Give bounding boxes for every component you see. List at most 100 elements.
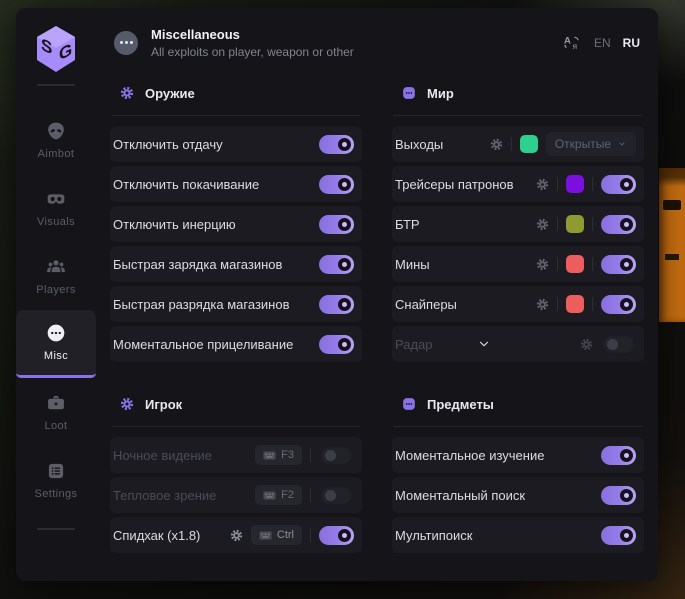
section-title: Игрок <box>145 397 182 412</box>
page-subtitle: All exploits on player, weapon or other <box>151 45 354 59</box>
keybind-label: Ctrl <box>277 529 294 541</box>
setting-row: БТР <box>392 206 644 242</box>
toggle-switch[interactable] <box>604 336 634 352</box>
toggle-switch[interactable] <box>601 255 636 274</box>
divider <box>310 448 311 462</box>
row-label: Быстрая зарядка магазинов <box>113 257 282 272</box>
toggle-switch[interactable] <box>319 255 354 274</box>
section-title: Оружие <box>145 86 195 101</box>
section-weapon: Оружие Отключить отдачу Отключить покачи… <box>110 79 362 366</box>
row-label: Снайперы <box>395 297 457 312</box>
keybind-badge[interactable]: Ctrl <box>251 525 302 545</box>
sidebar-item-visuals[interactable]: Visuals <box>16 174 96 242</box>
screen: S G Aimbot <box>0 0 685 599</box>
svg-text:я: я <box>572 41 577 51</box>
divider <box>557 257 558 271</box>
row-label: Моментальное изучение <box>395 448 544 463</box>
divider <box>557 177 558 191</box>
chevron-down-icon[interactable] <box>476 338 492 350</box>
color-swatch[interactable] <box>566 175 584 193</box>
setting-row: Мины <box>392 246 644 282</box>
svg-text:A: A <box>564 35 571 46</box>
keybind-row: Ночное видение F3 <box>110 437 362 473</box>
toggle-switch[interactable] <box>601 486 636 505</box>
row-label: Быстрая разрядка магазинов <box>113 297 289 312</box>
divider <box>112 115 360 116</box>
sidebar-item-label: Misc <box>44 350 68 362</box>
divider <box>37 528 75 530</box>
gear-icon[interactable] <box>536 258 549 271</box>
page-header: Miscellaneous All exploits on player, we… <box>110 8 644 77</box>
setting-row-radar: Радар <box>392 326 644 362</box>
lang-ru-button[interactable]: RU <box>623 36 640 50</box>
sections-grid: Оружие Отключить отдачу Отключить покачи… <box>110 77 644 581</box>
chevron-down-icon <box>617 140 627 148</box>
toggle-switch[interactable] <box>319 526 354 545</box>
keybind-row: Тепловое зрение F2 <box>110 477 362 513</box>
toggle-switch[interactable] <box>601 175 636 194</box>
row-label: Мультипоиск <box>395 528 472 543</box>
players-icon <box>46 257 66 277</box>
exits-dropdown[interactable]: Открытые <box>546 132 636 156</box>
divider <box>592 217 593 231</box>
section-header: Игрок <box>110 390 362 418</box>
divider <box>592 177 593 191</box>
toggle-switch[interactable] <box>601 295 636 314</box>
toggle-row: Быстрая разрядка магазинов <box>110 286 362 322</box>
sidebar-item-misc[interactable]: Misc <box>16 310 96 378</box>
toggle-switch[interactable] <box>322 487 352 503</box>
sidebar-item-settings[interactable]: Settings <box>16 446 96 514</box>
row-label: Ночное видение <box>113 448 212 463</box>
gear-icon[interactable] <box>536 298 549 311</box>
toggle-switch[interactable] <box>319 135 354 154</box>
translate-icon[interactable]: A я <box>563 34 582 51</box>
keybind-row: Спидхак (x1.8) Ctrl <box>110 517 362 553</box>
toggle-switch[interactable] <box>319 215 354 234</box>
toggle-switch[interactable] <box>322 447 352 463</box>
color-swatch[interactable] <box>566 255 584 273</box>
divider <box>37 84 75 86</box>
gear-icon <box>120 397 134 411</box>
sidebar: S G Aimbot <box>16 8 96 581</box>
row-label: БТР <box>395 217 420 232</box>
toggle-switch[interactable] <box>319 335 354 354</box>
divider <box>592 297 593 311</box>
gear-icon[interactable] <box>230 529 243 542</box>
lang-en-button[interactable]: EN <box>594 36 611 50</box>
setting-row: Выходы Открытые <box>392 126 644 162</box>
gear-icon[interactable] <box>536 218 549 231</box>
sidebar-item-aimbot[interactable]: Aimbot <box>16 106 96 174</box>
keybind-label: F3 <box>281 449 294 461</box>
toggle-switch[interactable] <box>319 295 354 314</box>
toggle-switch[interactable] <box>601 526 636 545</box>
toggle-row: Моментальный поиск <box>392 477 644 513</box>
color-swatch[interactable] <box>566 215 584 233</box>
alien-icon <box>46 121 66 141</box>
row-label: Выходы <box>395 137 443 152</box>
section-title: Мир <box>427 86 454 101</box>
color-swatch[interactable] <box>566 295 584 313</box>
section-world: Мир Выходы Открытые <box>392 79 644 366</box>
divider <box>310 528 311 542</box>
row-label: Отключить инерцию <box>113 217 236 232</box>
sg-cube-logo-icon: S G <box>33 24 79 74</box>
color-swatch[interactable] <box>520 135 538 153</box>
toggle-row: Мультипоиск <box>392 517 644 553</box>
gear-icon[interactable] <box>536 178 549 191</box>
sidebar-item-loot[interactable]: Loot <box>16 378 96 446</box>
row-label: Отключить покачивание <box>113 177 259 192</box>
sidebar-item-players[interactable]: Players <box>16 242 96 310</box>
vr-goggles-icon <box>46 189 66 209</box>
toggle-switch[interactable] <box>601 446 636 465</box>
toggle-row: Быстрая зарядка магазинов <box>110 246 362 282</box>
toggle-switch[interactable] <box>319 175 354 194</box>
page-title: Miscellaneous <box>151 27 354 42</box>
gear-icon[interactable] <box>490 138 503 151</box>
row-label: Мины <box>395 257 430 272</box>
keybind-badge[interactable]: F2 <box>255 485 302 505</box>
content: Miscellaneous All exploits on player, we… <box>96 8 658 581</box>
row-label: Моментальное прицеливание <box>113 337 293 352</box>
toggle-switch[interactable] <box>601 215 636 234</box>
gear-icon[interactable] <box>580 338 593 351</box>
keybind-badge[interactable]: F3 <box>255 445 302 465</box>
